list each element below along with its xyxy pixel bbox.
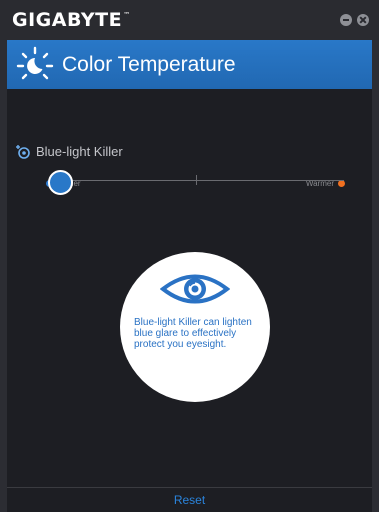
minimize-icon[interactable] [340,14,352,26]
title-bar: GIGABYTE™ [0,0,379,40]
logo-trademark: ™ [123,11,131,19]
slider-center-tick [196,175,197,185]
close-icon[interactable] [357,14,369,26]
blue-light-killer-text: Blue-light Killer [36,143,123,159]
logo-text: GIGABYTE [12,9,123,31]
gigabyte-logo: GIGABYTE™ [12,9,131,31]
main-content: Blue-light Killer Cooler Warmer Blue-lig… [7,89,372,487]
footer: Reset [7,487,372,512]
info-text: Blue-light Killer can lighten blue glare… [134,317,252,350]
color-temperature-slider-handle[interactable] [48,170,73,195]
app-window: GIGABYTE™ Color Temperature Blue-light K… [0,0,379,512]
sun-icon [16,46,54,80]
info-bubble: Blue-light Killer can lighten blue glare… [120,252,270,402]
blue-light-killer-label: Blue-light Killer [15,143,123,159]
warmer-dot [338,180,345,187]
blue-light-killer-icon [16,145,30,159]
reset-button[interactable]: Reset [7,493,372,507]
color-temperature-slider-track[interactable] [60,180,344,181]
eye-icon [160,274,230,304]
section-header: Color Temperature [7,40,372,89]
page-title: Color Temperature [62,53,236,76]
